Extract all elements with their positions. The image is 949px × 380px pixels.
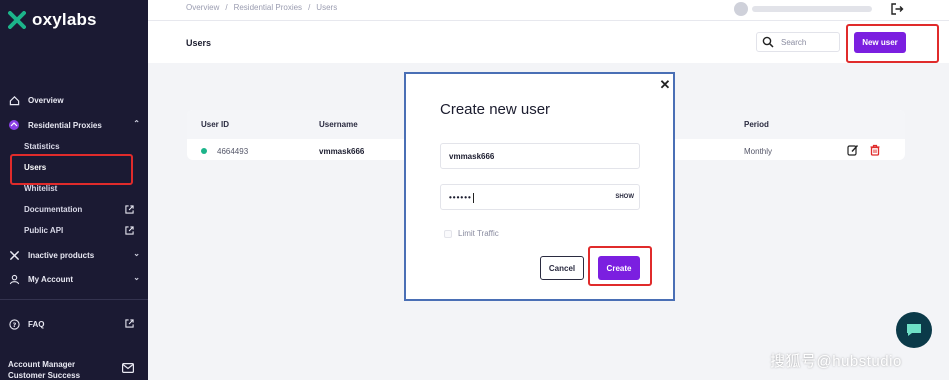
breadcrumb-residential-proxies[interactable]: Residential Proxies [234, 3, 302, 12]
svg-text:?: ? [12, 320, 16, 328]
search-placeholder: Search [781, 38, 807, 47]
page-title: Users [186, 38, 212, 48]
brand-name: oxylabs [32, 10, 97, 29]
residential-icon [8, 119, 20, 131]
mail-icon[interactable] [122, 363, 134, 373]
chevron-up-icon: ⌃ [133, 119, 140, 128]
limit-traffic-checkbox[interactable] [444, 229, 452, 238]
sidebar-divider [0, 299, 148, 300]
username-field[interactable]: vmmask666 [440, 143, 640, 169]
column-header-username: Username [319, 120, 358, 129]
inactive-products-icon [8, 249, 20, 261]
password-value: •••••• [449, 193, 474, 203]
sidebar: oxylabs Overview Residential Proxies ⌃ S… [0, 0, 148, 380]
sidebar-item-label: Overview [28, 95, 64, 105]
sidebar-item-label: FAQ [28, 319, 45, 329]
sidebar-item-documentation[interactable]: Documentation [24, 205, 136, 214]
breadcrumb-separator: / [225, 3, 228, 12]
chat-icon [907, 324, 921, 336]
sidebar-item-label: Documentation [24, 205, 83, 214]
account-manager-label: Account Manager [8, 360, 76, 369]
status-active-dot [201, 148, 207, 154]
breadcrumb-overview[interactable]: Overview [186, 3, 219, 12]
sidebar-item-inactive-products[interactable]: Inactive products ⌄ [8, 249, 140, 261]
logout-icon[interactable] [890, 2, 904, 16]
customer-success-label: Customer Success [8, 371, 81, 380]
cancel-button[interactable]: Cancel [540, 256, 584, 280]
sidebar-item-public-api[interactable]: Public API [24, 226, 63, 235]
sidebar-item-label: Residential Proxies [28, 120, 102, 130]
chevron-down-icon: ⌄ [133, 249, 140, 258]
sidebar-item-overview[interactable]: Overview [8, 94, 64, 106]
show-password-button[interactable]: SHOW [615, 194, 634, 200]
help-icon: ? [8, 318, 20, 330]
breadcrumb-separator: / [308, 3, 311, 12]
external-link-icon [125, 319, 134, 328]
delete-icon[interactable] [869, 144, 881, 156]
users-highlight-box [10, 154, 133, 185]
cell-username: vmmask666 [319, 147, 365, 156]
sidebar-item-label: Public API [24, 226, 64, 235]
sidebar-item-label: Inactive products [28, 250, 95, 260]
password-dots: •••••• [449, 193, 472, 203]
oxylabs-logo-icon [8, 11, 26, 29]
create-highlight-box [588, 246, 652, 286]
sidebar-item-statistics[interactable]: Statistics [24, 142, 60, 151]
search-icon [762, 36, 774, 48]
create-user-modal: ✕ Create new user vmmask666 •••••• SHOW … [404, 72, 675, 301]
top-bar: Overview / Residential Proxies / Users [148, 0, 949, 21]
sidebar-item-label: My Account [28, 274, 74, 284]
home-icon [8, 94, 20, 106]
close-icon[interactable]: ✕ [659, 78, 671, 91]
modal-title: Create new user [440, 101, 551, 118]
text-caret [472, 193, 474, 203]
limit-traffic-row[interactable]: Limit Traffic [444, 229, 499, 238]
password-field[interactable]: •••••• SHOW [440, 184, 640, 210]
sidebar-item-whitelist[interactable]: Whitelist [24, 184, 57, 193]
page-header: Users Search New user [148, 21, 949, 63]
limit-traffic-label: Limit Traffic [458, 229, 499, 238]
sidebar-item-residential-proxies[interactable]: Residential Proxies ⌃ [8, 119, 140, 131]
new-user-highlight-box [846, 24, 939, 63]
logo[interactable]: oxylabs [8, 10, 97, 30]
username-value: vmmask666 [449, 152, 495, 161]
external-link-icon [125, 205, 134, 214]
chevron-down-icon: ⌄ [133, 273, 140, 282]
watermark-text: 搜狐号@hubstudio [770, 353, 902, 370]
sidebar-item-my-account[interactable]: My Account ⌄ [8, 273, 140, 285]
cell-user-id: 4664493 [217, 147, 249, 156]
search-input[interactable]: Search [756, 32, 840, 52]
breadcrumb-users: Users [316, 3, 338, 12]
column-header-user-id: User ID [201, 120, 230, 129]
chat-button[interactable] [896, 312, 932, 348]
avatar[interactable] [734, 2, 748, 16]
edit-icon[interactable] [847, 144, 859, 156]
column-header-period: Period [744, 120, 769, 129]
user-email-blurred [752, 6, 872, 12]
external-link-icon [125, 226, 134, 235]
sidebar-item-faq[interactable]: ? FAQ [8, 318, 44, 330]
breadcrumb: Overview / Residential Proxies / Users [186, 3, 337, 12]
cell-period: Monthly [744, 147, 773, 156]
user-icon [8, 273, 20, 285]
